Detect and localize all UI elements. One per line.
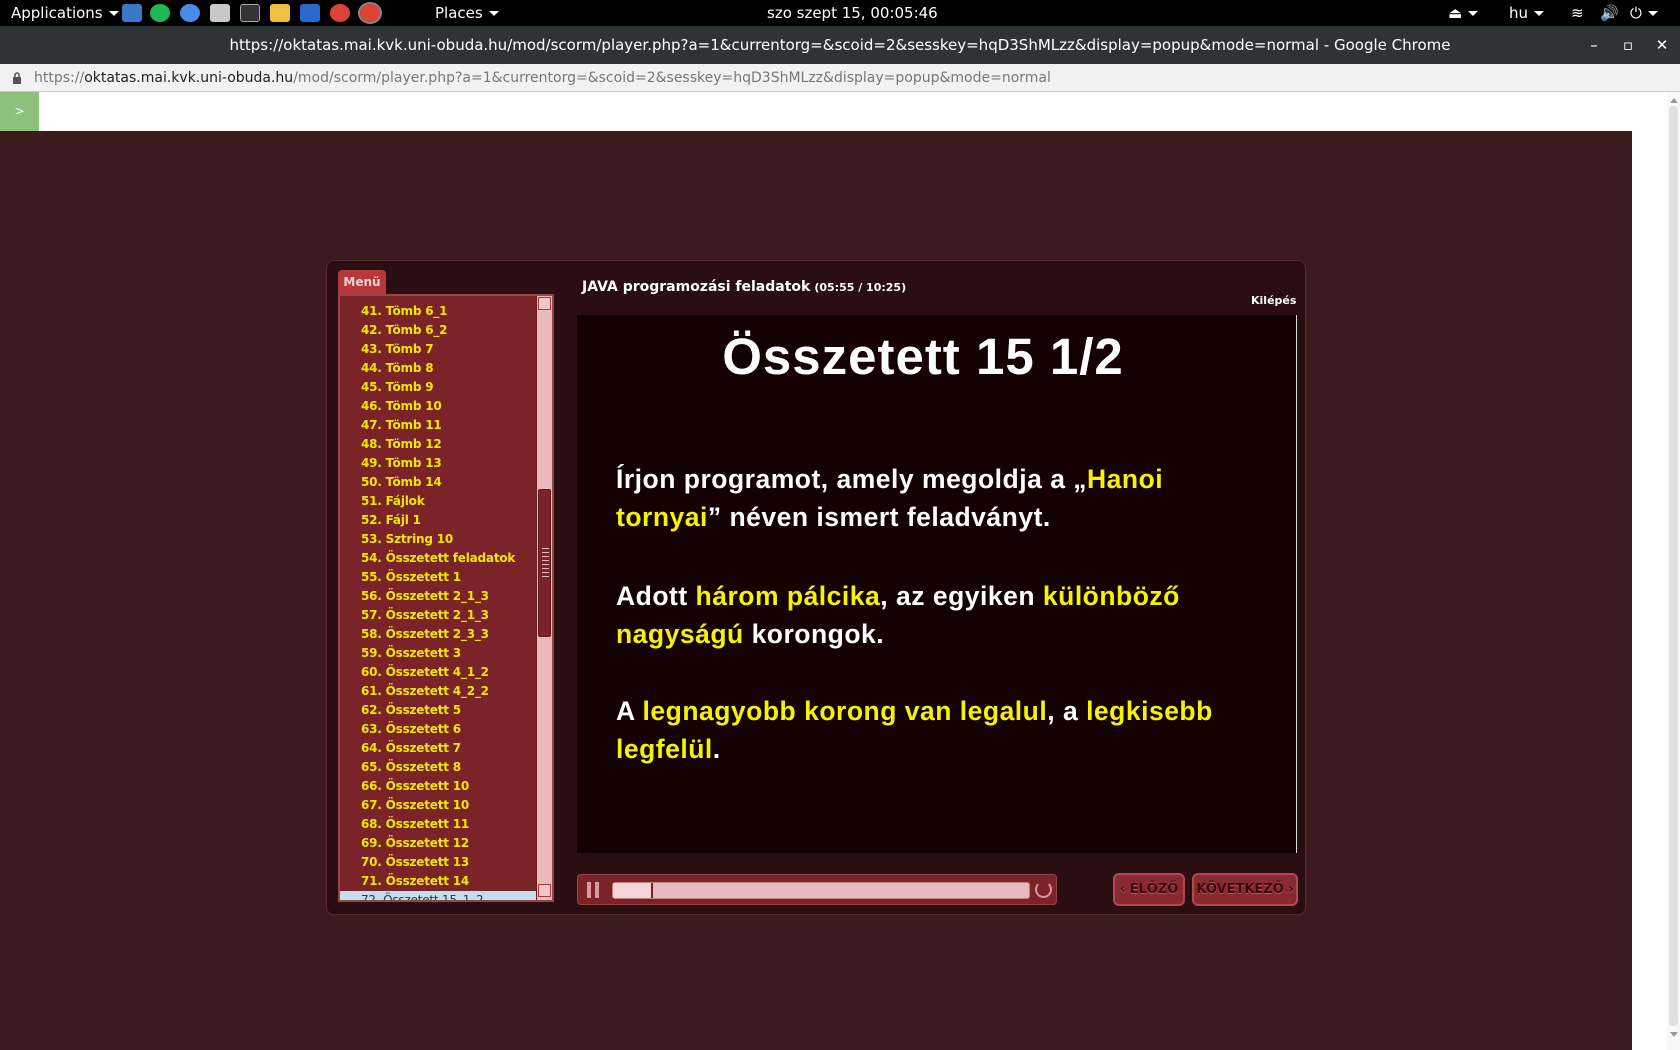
language-label: hu (1509, 4, 1529, 22)
places-label: Places (435, 4, 483, 22)
minimize-button[interactable]: – (1582, 26, 1606, 64)
pause-button[interactable] (587, 882, 601, 898)
menu-item[interactable]: 50. Tömb 14 (340, 473, 536, 492)
clock[interactable]: szo szept 15, 00:05:46 (767, 0, 938, 26)
menu-panel: 41. Tömb 6_1 42. Tömb 6_2 43. Tömb 7 44. Tö… (338, 294, 554, 902)
progress-bar[interactable] (612, 882, 1030, 899)
chevron-down-icon (1468, 11, 1479, 16)
menu-item[interactable]: 68. Összetett 11 (340, 815, 536, 834)
lesson-time: (05:55 / 10:25) (814, 281, 907, 294)
menu-item[interactable]: 62. Összetett 5 (340, 701, 536, 720)
text-editor-icon[interactable] (270, 4, 290, 22)
lesson-title: JAVA programozási feladatok (05:55 / 10:2… (582, 279, 907, 295)
menu-item[interactable]: 51. Fájlok (340, 492, 536, 511)
menu-list: 41. Tömb 6_1 42. Tömb 6_2 43. Tömb 7 44. Tö… (340, 296, 536, 900)
menu-item[interactable]: 58. Összetett 2_3_3 (340, 625, 536, 644)
menu-item[interactable]: 54. Összetett feladatok (340, 549, 536, 568)
scroll-down-icon[interactable] (1670, 1032, 1678, 1037)
page: > Menü 41. Tömb 6_1 42. Tömb 6_2 43. Tömb … (0, 92, 1680, 1050)
power-icon: ⏻ (1630, 4, 1642, 22)
scroll-thumb[interactable] (538, 489, 551, 637)
menu-item[interactable]: 69. Összetett 12 (340, 834, 536, 853)
chevron-down-icon (108, 11, 119, 16)
slide-title: Összetett 15 1/2 (722, 328, 1124, 385)
volume-icon[interactable]: 🔊 (1600, 0, 1619, 26)
scroll-up-button[interactable] (538, 297, 551, 310)
spotify-icon[interactable] (150, 4, 170, 22)
toc-toggle-bar: > (0, 92, 1632, 131)
menu-item[interactable]: 45. Tömb 9 (340, 378, 536, 397)
chevron-down-icon (1534, 11, 1545, 16)
course-player: Menü 41. Tömb 6_1 42. Tömb 6_2 43. Tömb 74… (326, 260, 1306, 915)
menu-item[interactable]: 64. Összetett 7 (340, 739, 536, 758)
menu-item[interactable]: 42. Tömb 6_2 (340, 321, 536, 340)
applications-label: Applications (11, 4, 103, 22)
applications-menu[interactable]: Applications (11, 0, 119, 26)
power-menu[interactable]: ⏻ (1630, 0, 1658, 26)
menu-item[interactable]: 67. Összetett 10 (340, 796, 536, 815)
menu-item[interactable]: 49. Tömb 13 (340, 454, 536, 473)
menu-item[interactable]: 47. Tömb 11 (340, 416, 536, 435)
slide-paragraph-2: Adott három pálcika, az egyiken különböz… (616, 581, 1180, 649)
menu-item[interactable]: 48. Tömb 12 (340, 435, 536, 454)
window-title-bar: https://oktatas.mai.kvk.uni-obuda.hu/mod… (0, 26, 1680, 64)
scorm-content: Menü 41. Tömb 6_1 42. Tömb 6_2 43. Tömb 74… (0, 131, 1632, 1050)
scroll-up-icon[interactable] (1670, 98, 1678, 103)
menu-item[interactable]: 59. Összetett 3 (340, 644, 536, 663)
address-bar[interactable]: https://oktatas.mai.kvk.uni-obuda.hu/mod… (0, 64, 1680, 92)
slide: Összetett 15 1/2 Írjon programot, amely … (577, 315, 1297, 853)
replay-icon[interactable] (1035, 881, 1052, 898)
toc-toggle-button[interactable]: > (0, 92, 39, 131)
slide-paragraph-1: Írjon programot, amely megoldja a „Hanoi… (616, 464, 1164, 532)
next-button[interactable]: KÖVETKEZŐ › (1192, 873, 1298, 906)
menu-scrollbar[interactable] (536, 296, 552, 900)
menu-item[interactable]: 72. Összetett 15_1_2 (340, 891, 536, 900)
scroll-down-button[interactable] (538, 884, 551, 897)
menu-item[interactable]: 43. Tömb 7 (340, 340, 536, 359)
language-menu[interactable]: hu (1509, 0, 1545, 26)
menu-item[interactable]: 52. Fájl 1 (340, 511, 536, 530)
places-menu[interactable]: Places (435, 0, 499, 26)
chrome-active-icon[interactable] (358, 2, 382, 24)
menu-item[interactable]: 71. Összetett 14 (340, 872, 536, 891)
chrome-icon[interactable] (330, 4, 350, 22)
menu-item[interactable]: 63. Összetett 6 (340, 720, 536, 739)
system-monitor-icon[interactable] (300, 4, 320, 22)
exit-link[interactable]: Kilépés (1251, 294, 1296, 307)
menu-item[interactable]: 65. Összetett 8 (340, 758, 536, 777)
file-manager-icon[interactable] (122, 4, 142, 22)
menu-item[interactable]: 41. Tömb 6_1 (340, 302, 536, 321)
menu-item[interactable]: 56. Összetett 2_1_3 (340, 587, 536, 606)
menu-item[interactable]: 70. Összetett 13 (340, 853, 536, 872)
close-button[interactable]: ✕ (1650, 26, 1674, 64)
wifi-icon[interactable]: ≋ (1571, 0, 1584, 26)
page-scroll-thumb[interactable] (1669, 106, 1678, 1026)
maximize-button[interactable]: ▫ (1616, 26, 1640, 64)
menu-item[interactable]: 46. Tömb 10 (340, 397, 536, 416)
page-scrollbar[interactable] (1667, 92, 1680, 1050)
terminal-icon[interactable] (240, 4, 260, 22)
menu-item[interactable]: 60. Összetett 4_1_2 (340, 663, 536, 682)
menu-item[interactable]: 55. Összetett 1 (340, 568, 536, 587)
chromium-icon[interactable] (180, 4, 200, 22)
slide-paragraph-3: A legnagyobb korong van legalul, a legki… (616, 696, 1213, 764)
lock-icon (13, 72, 21, 84)
printer-icon[interactable] (210, 4, 230, 22)
eject-icon[interactable]: ⏏ (1448, 0, 1479, 26)
chevron-down-icon (1647, 11, 1658, 16)
system-top-bar: Applications Places szo szept 15, 00:05:… (0, 0, 1680, 26)
menu-tab[interactable]: Menü (338, 270, 386, 294)
menu-item[interactable]: 61. Összetett 4_2_2 (340, 682, 536, 701)
playback-controls (577, 874, 1057, 905)
menu-item[interactable]: 66. Összetett 10 (340, 777, 536, 796)
url-text[interactable]: https://oktatas.mai.kvk.uni-obuda.hu/mod… (34, 64, 1051, 92)
previous-button[interactable]: ‹ ELŐZŐ (1113, 873, 1185, 906)
window-title: https://oktatas.mai.kvk.uni-obuda.hu/mod… (229, 36, 1451, 54)
chevron-down-icon (488, 11, 499, 16)
menu-item[interactable]: 53. Sztring 10 (340, 530, 536, 549)
menu-item[interactable]: 57. Összetett 2_1_3 (340, 606, 536, 625)
progress-fill (613, 883, 653, 898)
menu-item[interactable]: 44. Tömb 8 (340, 359, 536, 378)
